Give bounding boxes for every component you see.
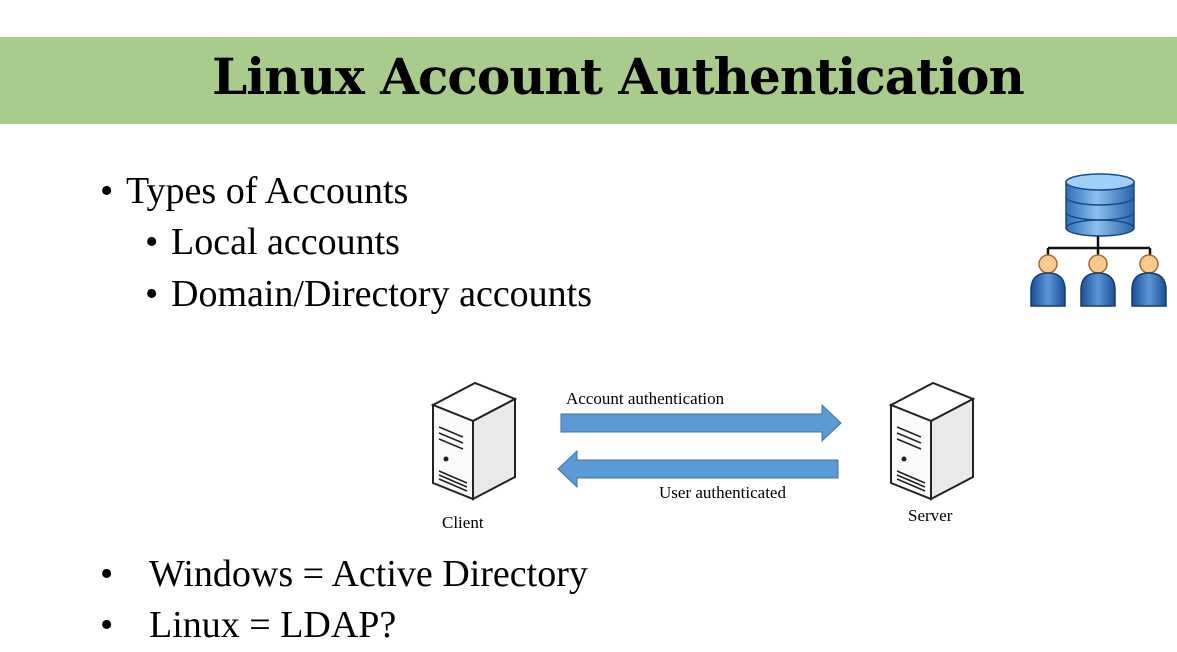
arrow-bottom-label: User authenticated <box>659 483 786 502</box>
server-label: Server <box>908 506 953 525</box>
arrow-left-icon <box>557 449 839 489</box>
bullet-windows: • Windows = Active Directory <box>100 552 588 596</box>
client-label: Client <box>442 513 484 532</box>
bullet-text: Linux = LDAP? <box>149 604 397 646</box>
server-icon <box>888 381 976 501</box>
bullet-dot: • <box>100 553 114 595</box>
arrow-right-icon <box>560 403 842 443</box>
arrow-top-label: Account authentication <box>566 389 725 408</box>
bullet-dot: • <box>100 604 114 646</box>
bullet-text: Windows = Active Directory <box>149 553 588 595</box>
client-server-icon <box>430 381 518 501</box>
bullet-linux: • Linux = LDAP? <box>100 603 396 647</box>
